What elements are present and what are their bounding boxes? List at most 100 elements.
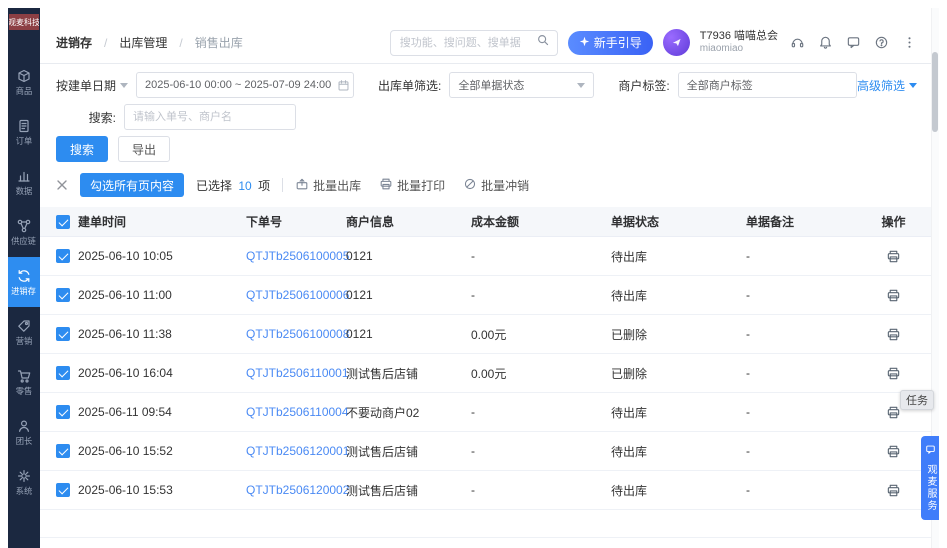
sidebar-item-leader[interactable]: 团长 [8, 407, 40, 457]
cell-create-time: 2025-06-11 09:54 [78, 405, 246, 419]
sidebar-item-retail[interactable]: 零售 [8, 357, 40, 407]
sidebar-item-inventory[interactable]: 进销存 [8, 257, 40, 307]
app-window: 观麦科技 商品 订单 数据 [8, 8, 939, 548]
sidebar-item-goods[interactable]: 商品 [8, 57, 40, 107]
filter-row-3: 搜索 导出 [56, 136, 917, 162]
cell-merchant: 测试售后店铺 [346, 482, 471, 499]
scrollbar-thumb[interactable] [932, 52, 938, 132]
batch-outbound-button[interactable]: 批量出库 [295, 177, 361, 194]
breadcrumb-outbound-mgmt[interactable]: 出库管理 [119, 34, 167, 51]
row-checkbox[interactable] [56, 249, 70, 263]
advanced-filter-label: 高级筛选 [857, 77, 905, 94]
sidebar-item-label: 零售 [16, 387, 33, 395]
print-icon[interactable] [886, 366, 901, 381]
print-icon[interactable] [886, 483, 901, 498]
service-floating-tab[interactable]: 观麦服务 [921, 436, 939, 520]
sidebar-item-orders[interactable]: 订单 [8, 107, 40, 157]
sidebar-item-system[interactable]: 系统 [8, 457, 40, 507]
order-no-link[interactable]: QTJTb2506100005 [246, 249, 346, 263]
order-no-link[interactable]: QTJTb2506110004 [246, 405, 346, 419]
cell-remark: - [746, 483, 864, 497]
col-header-cost: 成本金额 [471, 213, 611, 230]
batch-writeoff-button[interactable]: 批量冲销 [463, 177, 529, 194]
keyword-search-input[interactable] [125, 105, 295, 129]
advanced-filter-toggle[interactable]: 高级筛选 [857, 77, 917, 94]
sidebar-item-label: 商品 [16, 87, 33, 95]
batch-print-label: 批量打印 [397, 177, 445, 194]
support-headset-icon[interactable] [790, 35, 805, 50]
filter-panel: 按建单日期 2025-06-10 00:00 ~ 2025-07-09 24:0… [40, 64, 939, 168]
order-no-link[interactable]: QTJTb2506120001 [246, 444, 346, 458]
global-search-box[interactable] [390, 30, 558, 56]
order-no-link[interactable]: QTJTb2506110001 [246, 366, 346, 380]
merchant-tag-field[interactable] [678, 72, 857, 98]
search-button[interactable]: 搜索 [56, 136, 108, 162]
batch-print-button[interactable]: 批量打印 [379, 177, 445, 194]
leader-person-icon [16, 418, 32, 434]
sidebar-nav: 商品 订单 数据 供应链 [8, 57, 40, 507]
cell-merchant: 测试售后店铺 [346, 365, 471, 382]
row-checkbox[interactable] [56, 366, 70, 380]
sidebar-item-supply-chain[interactable]: 供应链 [8, 207, 40, 257]
user-info[interactable]: T7936 喵喵总会 miaomiao [700, 30, 778, 55]
breadcrumb-sales-outbound: 销售出库 [195, 34, 243, 51]
chevron-down-icon [577, 83, 585, 88]
more-dots-icon[interactable] [902, 35, 917, 50]
col-header-create-time: 建单时间 [78, 213, 246, 230]
user-avatar[interactable] [663, 29, 690, 56]
date-range-picker[interactable]: 2025-06-10 00:00 ~ 2025-07-09 24:00 [136, 72, 354, 98]
print-icon[interactable] [886, 288, 901, 303]
print-icon[interactable] [886, 249, 901, 264]
row-checkbox[interactable] [56, 444, 70, 458]
date-type-label: 按建单日期 [56, 77, 116, 94]
row-checkbox[interactable] [56, 405, 70, 419]
selected-prefix: 已选择 [196, 179, 232, 193]
sidebar-item-label: 订单 [16, 137, 33, 145]
help-icon[interactable] [874, 35, 889, 50]
table-row: 2025-06-10 10:05 QTJTb2506100005 0121 - … [40, 237, 939, 276]
merchant-tag-input[interactable] [679, 73, 856, 97]
search-icon[interactable] [536, 33, 550, 52]
order-no-link[interactable]: QTJTb2506100008 [246, 327, 346, 341]
breadcrumb-inventory[interactable]: 进销存 [56, 34, 92, 51]
select-all-checkbox[interactable] [56, 215, 70, 229]
row-checkbox[interactable] [56, 288, 70, 302]
select-all-pages-button[interactable]: 勾选所有页内容 [80, 173, 184, 197]
calendar-icon [337, 79, 350, 92]
newbie-guide-button[interactable]: 新手引导 [568, 31, 653, 55]
row-checkbox[interactable] [56, 327, 70, 341]
marketing-tag-icon [16, 318, 32, 334]
order-no-link[interactable]: QTJTb2506100006 [246, 288, 346, 302]
cell-remark: - [746, 288, 864, 302]
print-icon[interactable] [886, 327, 901, 342]
data-chart-icon [16, 168, 32, 184]
notification-bell-icon[interactable] [818, 35, 833, 50]
topbar: 进销存 / 出库管理 / 销售出库 新手引导 T7936 喵喵总 [40, 8, 939, 64]
cell-create-time: 2025-06-10 16:04 [78, 366, 246, 380]
print-icon[interactable] [886, 405, 901, 420]
sidebar-item-data[interactable]: 数据 [8, 157, 40, 207]
close-icon[interactable] [56, 179, 68, 191]
sidebar-item-label: 进销存 [12, 287, 37, 295]
cell-merchant: 0121 [346, 249, 471, 263]
col-header-merchant: 商户信息 [346, 213, 471, 230]
keyword-search-field[interactable] [124, 104, 296, 130]
sidebar-item-marketing[interactable]: 营销 [8, 307, 40, 357]
task-floating-tab[interactable]: 任务 [900, 390, 934, 410]
selected-suffix: 项 [258, 179, 270, 193]
cell-create-time: 2025-06-10 11:00 [78, 288, 246, 302]
merchant-tag-label: 商户标签: [618, 77, 669, 94]
batch-writeoff-icon [463, 177, 477, 194]
date-type-selector[interactable]: 按建单日期 [56, 77, 128, 94]
order-doc-icon [16, 118, 32, 134]
cell-remark: - [746, 405, 864, 419]
print-icon[interactable] [886, 444, 901, 459]
row-checkbox[interactable] [56, 483, 70, 497]
status-filter-select[interactable]: 全部单据状态 [449, 72, 594, 98]
export-button[interactable]: 导出 [118, 136, 170, 162]
table-row: 2025-06-10 15:53 QTJTb2506120002 测试售后店铺 … [40, 471, 939, 510]
order-no-link[interactable]: QTJTb2506120002 [246, 483, 346, 497]
cell-cost: - [471, 249, 611, 263]
global-search-input[interactable] [398, 36, 530, 50]
message-bubble-icon[interactable] [846, 35, 861, 50]
